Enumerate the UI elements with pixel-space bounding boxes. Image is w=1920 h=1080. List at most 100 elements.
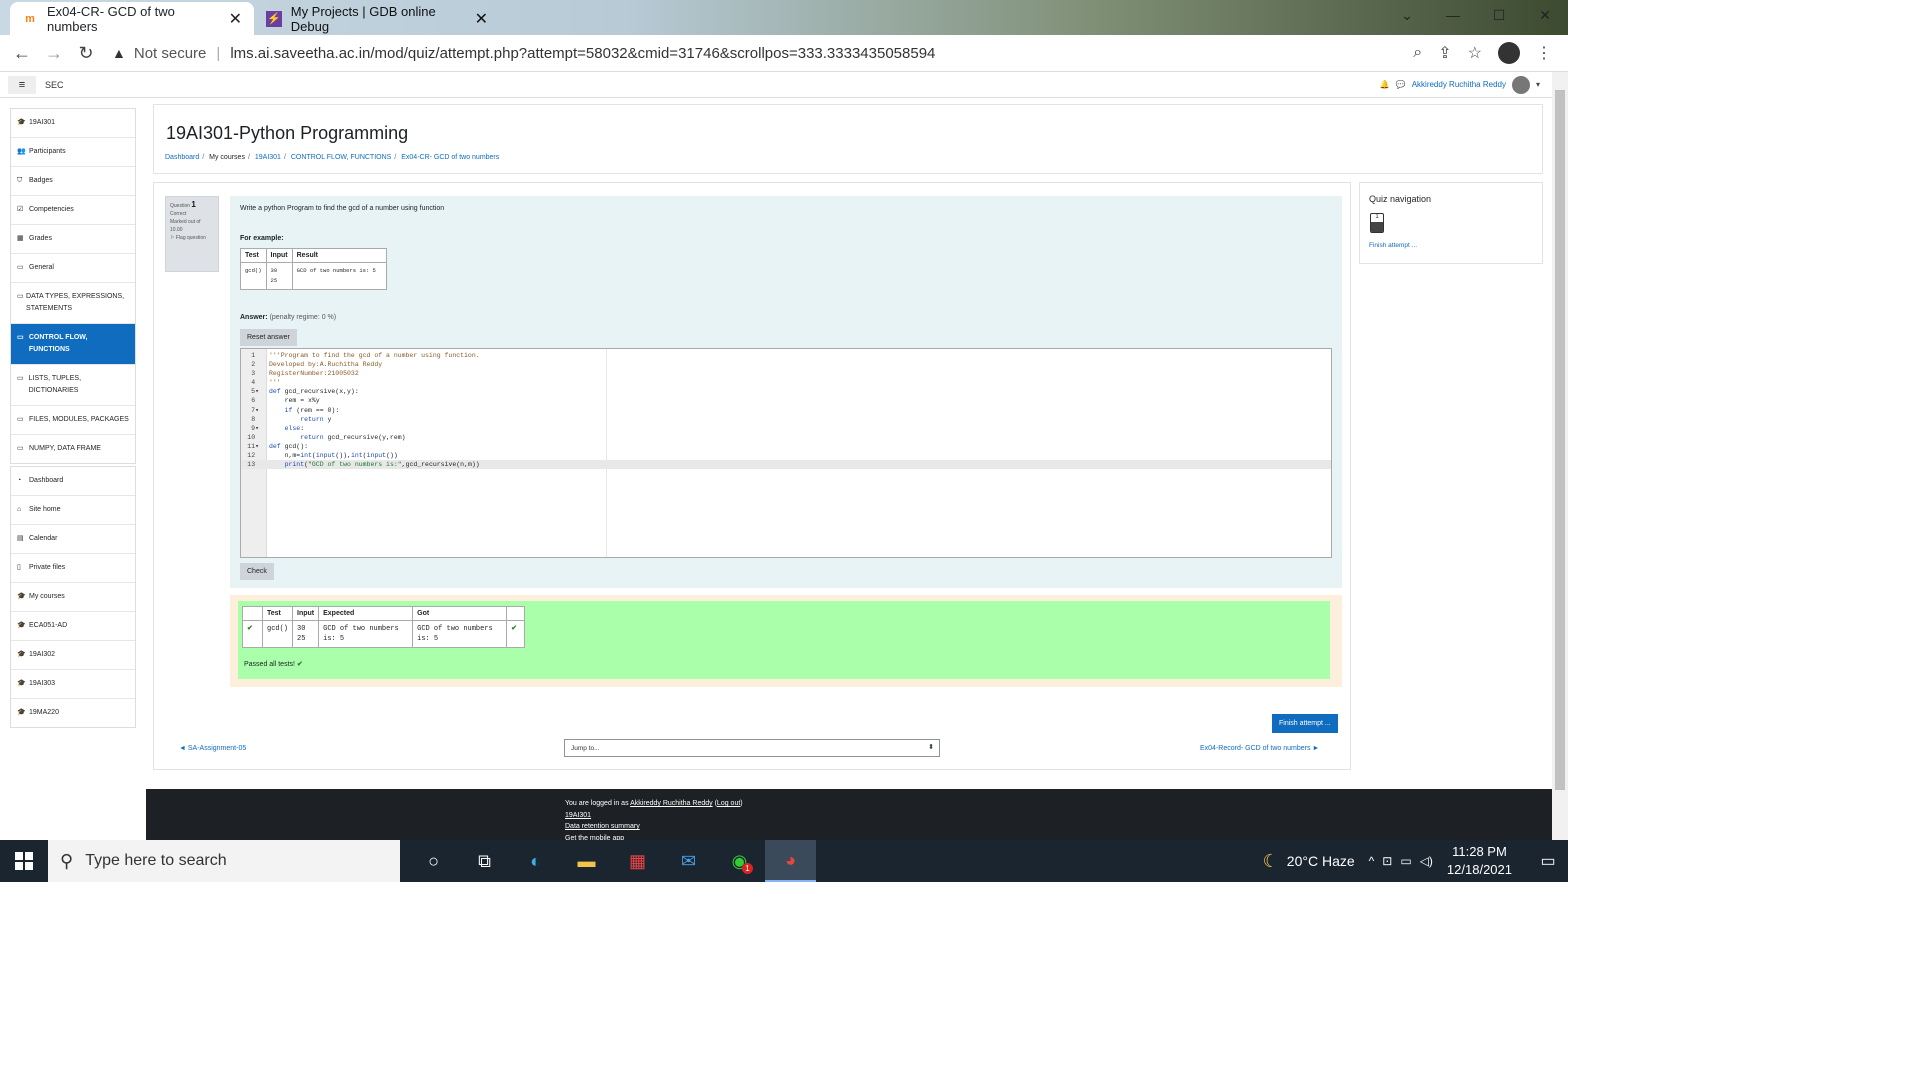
sidebar-item[interactable]: ▤ Calendar <box>11 524 135 553</box>
sidebar-item[interactable]: 👥 Participants <box>11 137 135 166</box>
sidebar-item[interactable]: 🎓 ECA051-AD <box>11 611 135 640</box>
start-button[interactable] <box>0 840 48 882</box>
user-avatar[interactable] <box>1511 75 1530 94</box>
folder-icon: ▭ <box>17 416 24 423</box>
line-number: 8 <box>251 415 259 423</box>
footer-user-link[interactable]: Akkireddy Ruchitha Reddy <box>630 800 713 807</box>
sidebar-item[interactable]: ◔ Dashboard <box>11 467 135 495</box>
chevron-down-icon[interactable]: ▾ <box>1536 80 1540 89</box>
sidebar-item[interactable]: 🎓 19MA220 <box>11 698 135 727</box>
network-icon[interactable]: ⊡ <box>1382 854 1392 868</box>
reload-icon[interactable]: ↻ <box>70 43 102 64</box>
hamburger-menu-icon[interactable]: ≡ <box>8 75 36 94</box>
sidebar-item[interactable]: ⛉ Badges <box>11 166 135 195</box>
cortana-icon[interactable]: ○ <box>408 840 459 882</box>
taskbar-clock[interactable]: 11:28 PM 12/18/2021 <box>1447 843 1512 879</box>
chevron-up-icon[interactable]: ^ <box>1369 854 1375 868</box>
flag-question[interactable]: ⚐ Flag question <box>170 234 214 242</box>
share-icon[interactable]: ⇪ <box>1438 43 1451 63</box>
moon-icon: ☾ <box>1262 850 1279 871</box>
profile-avatar[interactable] <box>1498 42 1520 64</box>
results-frame: Test Input Expected Got ✔ gcd() 30 25 GCD… <box>230 595 1342 687</box>
next-activity-link[interactable]: Ex04-Record- GCD of two numbers ► <box>1200 745 1319 752</box>
data-retention-link[interactable]: Data retention summary <box>565 823 640 830</box>
page-scrollbar[interactable] <box>1552 72 1568 840</box>
finish-attempt-link[interactable]: Finish attempt ... <box>1369 242 1417 249</box>
code-line: 9▾ else: <box>241 424 1331 433</box>
breadcrumb-dashboard[interactable]: Dashboard <box>165 154 199 161</box>
chrome-icon[interactable]: ◕ <box>765 840 816 882</box>
taskbar-search[interactable]: ⚲ Type here to search <box>48 840 400 882</box>
close-tab-icon[interactable]: ✕ <box>475 9 488 29</box>
file-explorer-icon[interactable]: ▬ <box>561 840 612 882</box>
mail-icon[interactable]: ✉ <box>663 840 714 882</box>
task-view-icon[interactable]: ⧉ <box>459 840 510 882</box>
previous-activity-link[interactable]: ◄ SA-Assignment-05 <box>179 745 246 752</box>
maximize-icon[interactable]: ☐ <box>1476 0 1522 35</box>
jump-to-select[interactable]: Jump to... ⬍ <box>564 739 940 757</box>
bell-icon[interactable]: 🔔 <box>1380 80 1390 89</box>
tab-search-icon[interactable]: ⌄ <box>1384 0 1430 35</box>
quiz-question-button[interactable]: 1 <box>1370 213 1384 233</box>
battery-icon[interactable]: ▭ <box>1400 854 1411 868</box>
sidebar-item[interactable]: ▭ CONTROL FLOW, FUNCTIONS <box>11 323 135 364</box>
breadcrumb-section[interactable]: CONTROL FLOW, FUNCTIONS <box>291 154 391 161</box>
breadcrumb-course[interactable]: 19AI301 <box>255 154 281 161</box>
edge-icon[interactable]: ◐ <box>510 840 561 882</box>
store-icon[interactable]: ▦ <box>612 840 663 882</box>
notification-center-icon[interactable]: ▭ <box>1528 851 1568 871</box>
sidebar-item[interactable]: 🎓 My courses <box>11 582 135 611</box>
browser-tab[interactable]: ⚡ My Projects | GDB online Debug ✕ <box>254 2 500 35</box>
example-result: GCD of two numbers is: 5 <box>291 262 387 290</box>
windows-taskbar: ⚲ Type here to search ○ ⧉ ◐ ▬ ▦ ✉ ◉ 1 ◕ ☾ 2… <box>0 840 1568 882</box>
breadcrumb-activity[interactable]: Ex04-CR- GCD of two numbers <box>401 154 499 161</box>
reset-answer-button[interactable]: Reset answer <box>240 329 297 346</box>
sidebar-item[interactable]: ▭ NUMPY, DATA FRAME <box>11 434 135 463</box>
bookmark-star-icon[interactable]: ☆ <box>1468 43 1482 63</box>
zoom-icon[interactable]: ⌕ <box>1413 44 1422 62</box>
sidebar-item[interactable]: ▯ Private files <box>11 553 135 582</box>
site-name[interactable]: SEC <box>45 80 64 90</box>
line-number: 6 <box>251 397 259 405</box>
user-menu: 🔔 💬 Akkireddy Ruchitha Reddy ▾ <box>1380 75 1540 94</box>
gdb-favicon-icon: ⚡ <box>266 10 282 27</box>
file-icon: ▯ <box>17 564 21 571</box>
code-line: 7▾ if (rem == 0): <box>241 406 1331 415</box>
code-editor[interactable]: 1 '''Program to find the gcd of a number… <box>240 348 1332 558</box>
sidebar-item[interactable]: ▭ FILES, MODULES, PACKAGES <box>11 405 135 434</box>
check-button[interactable]: Check <box>240 563 274 580</box>
chat-icon[interactable]: 💬 <box>1396 80 1406 89</box>
browser-menu-icon[interactable]: ⋮ <box>1536 43 1552 63</box>
forward-icon[interactable]: → <box>38 43 70 64</box>
minimize-icon[interactable]: — <box>1430 0 1476 35</box>
browser-tab-active[interactable]: m Ex04-CR- GCD of two numbers ✕ <box>10 2 254 35</box>
taskbar-apps: ○ ⧉ ◐ ▬ ▦ ✉ ◉ 1 ◕ <box>408 840 816 882</box>
sidebar-item[interactable]: ☑ Competencies <box>11 195 135 224</box>
back-icon[interactable]: ← <box>6 43 38 64</box>
logout-link[interactable]: Log out <box>717 800 740 807</box>
sidebar-item[interactable]: ⌂ Site home <box>11 495 135 524</box>
system-tray: ☾ 20°C Haze ^ ⊡ ▭ ◁) 11:28 PM 12/18/2021 … <box>1263 840 1568 882</box>
clock-date: 12/18/2021 <box>1446 862 1512 877</box>
close-window-icon[interactable]: ✕ <box>1522 0 1568 35</box>
footer-course-link[interactable]: 19AI301 <box>565 812 591 819</box>
finish-attempt-button[interactable]: Finish attempt ... <box>1272 714 1338 733</box>
sidebar-item-label: 19MA220 <box>29 709 59 716</box>
sidebar-item[interactable]: ▭ LISTS, TUPLES, DICTIONARIES <box>11 364 135 405</box>
sidebar-item[interactable]: ▭ DATA TYPES, EXPRESSIONS, STATEMENTS <box>11 282 135 323</box>
sidebar-item[interactable]: ▦ Grades <box>11 224 135 253</box>
url-field[interactable]: ▲ Not secure | lms.ai.saveetha.ac.in/mod… <box>112 45 1413 62</box>
weather-widget[interactable]: ☾ 20°C Haze <box>1263 851 1355 872</box>
volume-icon[interactable]: ◁) <box>1420 854 1433 868</box>
select-arrows-icon: ⬍ <box>928 744 934 751</box>
sidebar-item[interactable]: 🎓 19AI302 <box>11 640 135 669</box>
whatsapp-icon[interactable]: ◉ 1 <box>714 840 765 882</box>
sidebar-item[interactable]: ▭ General <box>11 253 135 282</box>
example-input: 30 25 <box>265 262 293 290</box>
for-example-label: For example: <box>240 235 284 242</box>
user-name[interactable]: Akkireddy Ruchitha Reddy <box>1412 80 1506 89</box>
sidebar-item[interactable]: 🎓 19AI301 <box>11 109 135 137</box>
scrollbar-thumb[interactable] <box>1555 90 1565 790</box>
close-tab-icon[interactable]: ✕ <box>229 9 242 29</box>
sidebar-item[interactable]: 🎓 19AI303 <box>11 669 135 698</box>
